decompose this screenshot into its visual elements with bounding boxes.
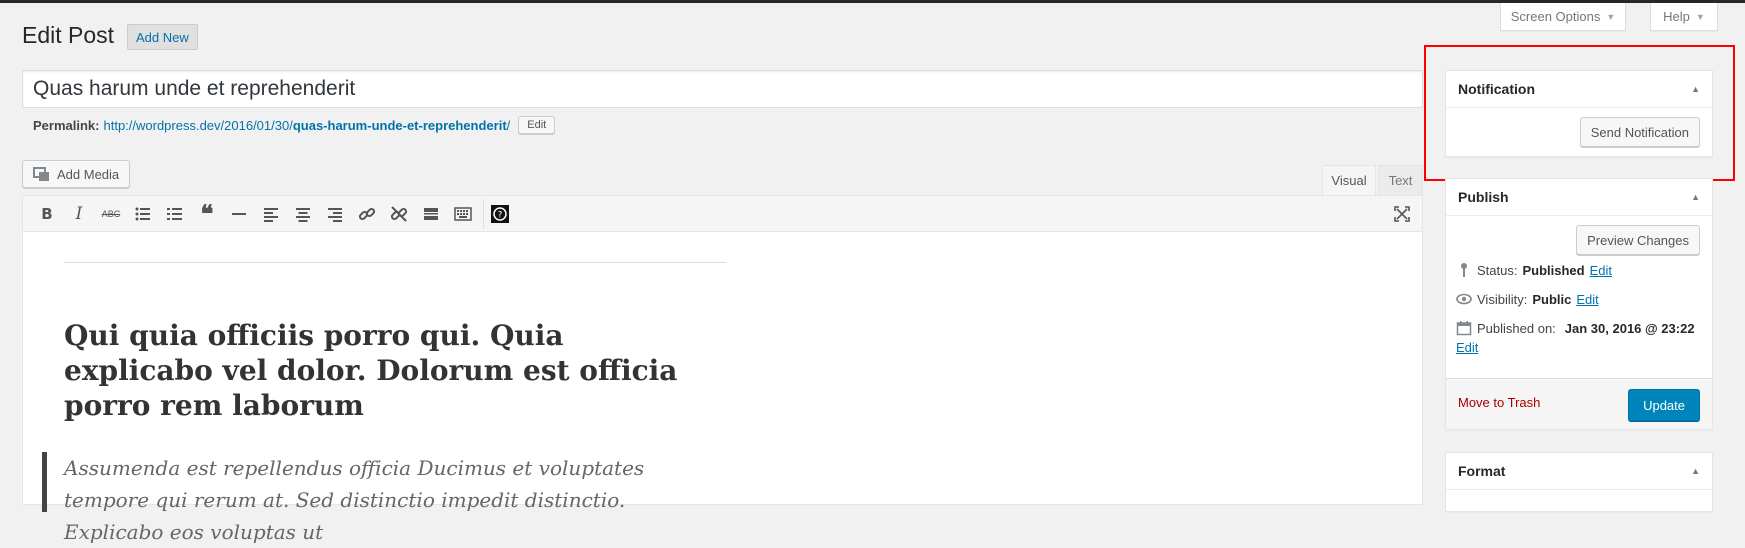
blockquote-icon[interactable]: ❝ xyxy=(191,199,223,229)
strikethrough-icon[interactable]: ABC xyxy=(95,199,127,229)
visibility-edit-link[interactable]: Edit xyxy=(1576,292,1598,307)
toolbar-toggle-icon[interactable] xyxy=(447,199,479,229)
admin-bar xyxy=(0,0,1745,3)
published-on-value: Jan 30, 2016 @ 23:22 xyxy=(1564,320,1695,336)
eye-icon xyxy=(1456,293,1472,305)
pin-icon xyxy=(1461,263,1467,277)
publish-actions: Move to Trash Update xyxy=(1446,378,1712,429)
align-right-icon[interactable] xyxy=(319,199,351,229)
move-to-trash-link[interactable]: Move to Trash xyxy=(1458,395,1540,410)
permalink-edit-button[interactable]: Edit xyxy=(518,116,556,134)
content-heading: Qui quia officiis porro qui. Quia explic… xyxy=(64,319,678,422)
visibility-row: Visibility: Public Edit xyxy=(1456,291,1599,307)
tab-text[interactable]: Text xyxy=(1378,165,1423,195)
help-button[interactable]: Help ▼ xyxy=(1650,3,1718,31)
calendar-icon xyxy=(1456,321,1472,336)
screen-options-label: Screen Options xyxy=(1510,9,1601,24)
format-header[interactable]: Format ▲ xyxy=(1446,453,1712,490)
preview-changes-button[interactable]: Preview Changes xyxy=(1576,225,1700,255)
published-on-edit-link[interactable]: Edit xyxy=(1456,340,1478,355)
editor-toolbar: B I ABC ❝ ? xyxy=(22,195,1423,232)
collapse-arrow-icon[interactable]: ▲ xyxy=(1691,466,1700,476)
highlight-box xyxy=(1424,45,1735,181)
publish-header[interactable]: Publish ▲ xyxy=(1446,179,1712,216)
read-more-icon[interactable] xyxy=(415,199,447,229)
permalink-label: Permalink: xyxy=(33,117,100,133)
page-title: Edit Post xyxy=(22,22,115,48)
update-button[interactable]: Update xyxy=(1628,389,1700,421)
caret-down-icon: ▼ xyxy=(1695,11,1705,22)
align-center-icon[interactable] xyxy=(287,199,319,229)
plugin-icon[interactable]: ? xyxy=(483,198,516,229)
post-title-input[interactable]: Quas harum unde et reprehenderit xyxy=(22,70,1423,108)
status-edit-link[interactable]: Edit xyxy=(1590,263,1612,278)
permalink-link[interactable]: http://wordpress.dev/2016/01/30/quas-har… xyxy=(103,118,510,133)
fullscreen-icon[interactable] xyxy=(1386,199,1418,229)
horizontal-line-icon[interactable] xyxy=(223,199,255,229)
content-divider xyxy=(64,262,726,263)
add-media-label: Add Media xyxy=(57,166,120,182)
numbered-list-icon[interactable] xyxy=(159,199,191,229)
bullet-list-icon[interactable] xyxy=(127,199,159,229)
unlink-icon[interactable] xyxy=(383,199,415,229)
status-row: Status: Published Edit xyxy=(1456,262,1612,278)
status-value: Published xyxy=(1522,262,1585,278)
link-icon[interactable] xyxy=(351,199,383,229)
format-metabox: Format ▲ xyxy=(1445,452,1713,512)
caret-down-icon: ▼ xyxy=(1606,11,1616,22)
content-blockquote: Assumenda est repellendus officia Ducimu… xyxy=(42,452,722,544)
permalink-row: Permalink: http://wordpress.dev/2016/01/… xyxy=(33,116,556,134)
visibility-value: Public xyxy=(1532,291,1572,307)
svg-text:?: ? xyxy=(498,210,503,220)
format-title: Format xyxy=(1458,463,1506,479)
add-media-icon xyxy=(33,167,49,181)
add-media-button[interactable]: Add Media xyxy=(22,160,131,188)
collapse-arrow-icon[interactable]: ▲ xyxy=(1691,192,1700,202)
tab-visual[interactable]: Visual xyxy=(1322,165,1376,195)
help-label: Help xyxy=(1663,9,1690,24)
bold-icon[interactable]: B xyxy=(31,199,63,229)
published-on-row: Published on: Jan 30, 2016 @ 23:22 xyxy=(1456,320,1695,336)
publish-metabox: Publish ▲ Preview Changes Status: Publis… xyxy=(1445,178,1713,430)
add-new-button[interactable]: Add New xyxy=(127,24,198,50)
italic-icon[interactable]: I xyxy=(63,199,95,229)
publish-title: Publish xyxy=(1458,189,1509,205)
align-left-icon[interactable] xyxy=(255,199,287,229)
screen-options-button[interactable]: Screen Options ▼ xyxy=(1500,3,1626,31)
